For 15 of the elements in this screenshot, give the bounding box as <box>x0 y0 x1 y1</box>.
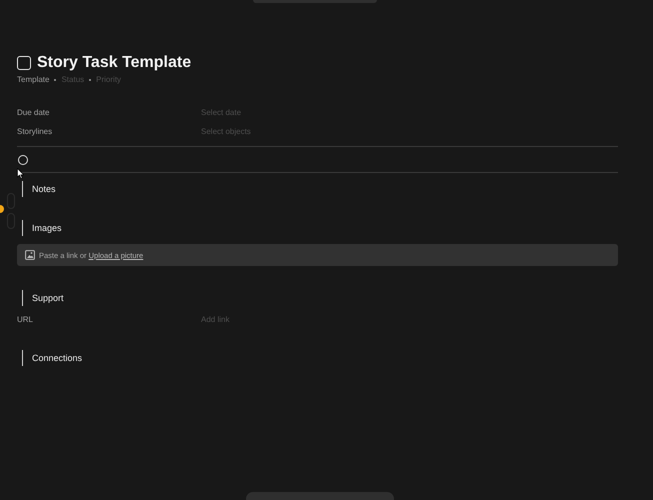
field-label: Due date <box>17 108 50 117</box>
round-checkbox[interactable] <box>18 154 28 164</box>
section-heading: Notes <box>32 184 56 194</box>
separator-dot <box>89 78 92 80</box>
section-heading: Images <box>32 223 62 233</box>
page-title: Story Task Template <box>37 54 192 72</box>
meta-tag[interactable]: Template <box>17 75 50 84</box>
title-checkbox[interactable] <box>17 56 31 70</box>
cursor-icon <box>17 168 24 179</box>
field-label: URL <box>17 315 34 324</box>
field-label: Storylines <box>17 127 54 136</box>
separator-dot <box>54 78 56 80</box>
image-icon <box>25 250 35 260</box>
section-heading: Connections <box>32 353 82 363</box>
section-heading: Support <box>32 293 64 303</box>
